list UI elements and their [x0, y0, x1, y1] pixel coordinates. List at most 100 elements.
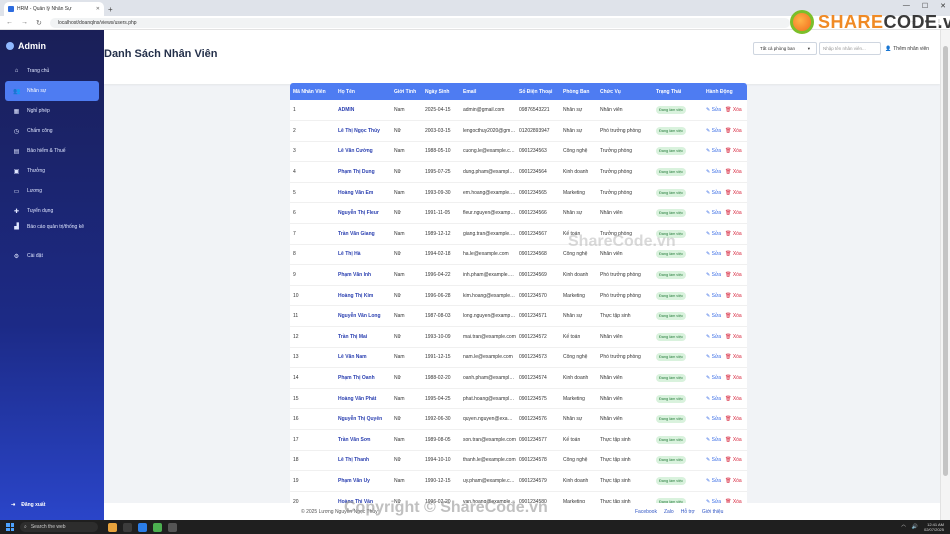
delete-button[interactable]: 🗑 Xóa — [725, 251, 742, 257]
edit-button[interactable]: ✎ Sửa — [706, 375, 721, 381]
department-filter-select[interactable]: Tất cả phòng ban ▾ — [753, 42, 817, 55]
delete-button[interactable]: 🗑 Xóa — [725, 128, 742, 134]
app-icon[interactable] — [168, 522, 177, 532]
delete-button[interactable]: 🗑 Xóa — [725, 231, 742, 237]
back-icon[interactable]: ← — [6, 19, 13, 26]
close-tab-icon[interactable]: ✕ — [96, 6, 100, 12]
delete-button[interactable]: 🗑 Xóa — [725, 354, 742, 360]
forward-icon[interactable]: → — [21, 19, 28, 26]
edit-button[interactable]: ✎ Sửa — [706, 478, 721, 484]
sidebar-item-leave[interactable]: ▦ Nghỉ phép — [0, 101, 104, 121]
sidebar-item-bonus[interactable]: ▣ Thưởng — [0, 161, 104, 181]
table-row[interactable]: 4 Phạm Thị Dung Nữ 1995-07-25 dung.pham@exam… — [290, 161, 747, 183]
edit-button[interactable]: ✎ Sửa — [706, 293, 721, 299]
edit-button[interactable]: ✎ Sửa — [706, 272, 721, 278]
table-row[interactable]: 8 Lê Thị Hà Nữ 1994-02-18 ha.le@example.com 0… — [290, 244, 747, 266]
taskbar-search[interactable]: ⌕ Search the web — [20, 522, 98, 532]
browser-tab[interactable]: HRM - Quản lý Nhân Sự ✕ — [4, 2, 104, 16]
edit-button[interactable]: ✎ Sửa — [706, 313, 721, 319]
sidebar-item-home[interactable]: ⌂ Trang chủ — [0, 61, 104, 81]
delete-button[interactable]: 🗑 Xóa — [725, 457, 742, 463]
edit-button[interactable]: ✎ Sửa — [706, 457, 721, 463]
support-link[interactable]: Hỗ trợ — [681, 509, 695, 515]
sidebar-item-staff[interactable]: 👥 Nhân sự — [5, 81, 99, 101]
sidebar-item-insurance[interactable]: ▤ Bảo hiểm & Thuế — [0, 141, 104, 161]
close-window-icon[interactable]: ✕ — [940, 2, 946, 10]
delete-button[interactable]: 🗑 Xóa — [725, 334, 742, 340]
edit-button[interactable]: ✎ Sửa — [706, 148, 721, 154]
table-row[interactable]: 7 Trần Văn Giang Nam 1989-12-12 giang.tran@e… — [290, 223, 747, 245]
table-row[interactable]: 11 Nguyễn Văn Long Nam 1987-08-03 long.nguye… — [290, 305, 747, 328]
edit-button[interactable]: ✎ Sửa — [706, 437, 721, 443]
table-row[interactable]: 3 Lê Văn Cường Nam 1988-05-10 cuong.le@examp… — [290, 141, 747, 163]
delete-button[interactable]: 🗑 Xóa — [725, 416, 742, 422]
facebook-link[interactable]: Facebook — [635, 509, 657, 515]
delete-button[interactable]: 🗑 Xóa — [725, 272, 742, 278]
edit-button[interactable]: ✎ Sửa — [706, 231, 721, 237]
table-row[interactable]: 14 Phạm Thị Oanh Nữ 1988-02-20 oanh.pham@exa… — [290, 367, 747, 389]
sidebar-item-recruitment[interactable]: ✚ Tuyển dụng — [0, 201, 104, 221]
delete-button[interactable]: 🗑 Xóa — [725, 190, 742, 196]
table-row[interactable]: 19 Phạm Văn Uy Nam 1990-12-15 uy.pham@exampl… — [290, 470, 747, 492]
table-row[interactable]: 15 Hoàng Văn Phát Nam 1995-04-25 phat.hoang@… — [290, 388, 747, 410]
delete-button[interactable]: 🗑 Xóa — [725, 375, 742, 381]
delete-button[interactable]: 🗑 Xóa — [725, 293, 742, 299]
delete-button[interactable]: 🗑 Xóa — [725, 210, 742, 216]
delete-button[interactable]: 🗑 Xóa — [725, 478, 742, 484]
delete-button[interactable]: 🗑 Xóa — [725, 107, 742, 113]
delete-button[interactable]: 🗑 Xóa — [725, 313, 742, 319]
table-row[interactable]: 10 Hoàng Thị Kim Nữ 1996-06-28 kim.hoang@exa… — [290, 285, 747, 307]
table-row[interactable]: 12 Trần Thị Mai Nữ 1993-10-09 mai.tran@examp… — [290, 326, 747, 348]
table-row[interactable]: 13 Lê Văn Nam Nam 1991-12-15 nam.le@example.… — [290, 347, 747, 369]
sidebar-item-settings[interactable]: ⚙ Cài đặt — [0, 246, 104, 266]
table-row[interactable]: 1 ADMIN Nam 2025-04-15 admin@gmail.com 098765… — [290, 100, 747, 122]
file-explorer-icon[interactable] — [108, 522, 117, 532]
table-row[interactable]: 18 Lê Thị Thanh Nữ 1994-10-10 thanh.le@examp… — [290, 450, 747, 472]
cell-email: uy.pham@example.com — [460, 470, 516, 492]
terminal-icon[interactable] — [123, 522, 132, 532]
minimize-icon[interactable]: — — [903, 2, 910, 10]
edit-button[interactable]: ✎ Sửa — [706, 190, 721, 196]
sidebar-item-reports[interactable]: ▟ Báo cáo quản trị/thống kê — [0, 221, 104, 246]
add-employee-button[interactable]: 👤 Thêm nhân viên — [885, 42, 935, 55]
table-row[interactable]: 17 Trần Văn Sơn Nam 1989-08-05 son.tran@exam… — [290, 429, 747, 451]
about-link[interactable]: Giới thiệu — [702, 509, 724, 515]
delete-button[interactable]: 🗑 Xóa — [725, 437, 742, 443]
delete-button[interactable]: 🗑 Xóa — [725, 169, 742, 175]
table-row[interactable]: 9 Phạm Văn Inh Nam 1996-04-22 inh.pham@examp… — [290, 264, 747, 286]
table-row[interactable]: 16 Nguyễn Thị Quyên Nữ 1992-06-30 quyen.nguy… — [290, 408, 747, 430]
new-tab-icon[interactable]: + — [108, 5, 113, 14]
table-row[interactable]: 2 Lê Thị Ngọc Thủy Nữ 2003-03-15 lengocthuy2… — [290, 120, 747, 142]
sidebar-item-salary[interactable]: ▭ Lương — [0, 181, 104, 201]
table-row[interactable]: 6 Nguyễn Thị Fleur Nữ 1991-11-05 fleur.nguye… — [290, 202, 747, 225]
edit-button[interactable]: ✎ Sửa — [706, 396, 721, 402]
delete-button[interactable]: 🗑 Xóa — [725, 148, 742, 154]
sidebar-item-attendance[interactable]: ◷ Chấm công — [0, 121, 104, 141]
windows-start-icon[interactable] — [6, 523, 14, 531]
reload-icon[interactable]: ↻ — [36, 19, 42, 27]
edit-button[interactable]: ✎ Sửa — [706, 354, 721, 360]
page-scrollbar[interactable] — [940, 30, 950, 520]
edit-button[interactable]: ✎ Sửa — [706, 169, 721, 175]
logout-button[interactable]: ⇥ Đăng xuất — [0, 502, 56, 508]
employee-search-input[interactable] — [819, 42, 881, 55]
browser-app-icon[interactable] — [153, 522, 162, 532]
maximize-icon[interactable]: ☐ — [922, 2, 928, 10]
vscode-icon[interactable] — [138, 522, 147, 532]
edit-button[interactable]: ✎ Sửa — [706, 251, 721, 257]
edit-button[interactable]: ✎ Sửa — [706, 128, 721, 134]
scrollbar-thumb[interactable] — [943, 46, 948, 476]
volume-icon[interactable]: 🔊 — [912, 524, 918, 530]
delete-label: Xóa — [732, 169, 742, 176]
wifi-icon[interactable]: ◠ — [901, 524, 905, 530]
edit-button[interactable]: ✎ Sửa — [706, 334, 721, 340]
trash-icon: 🗑 — [725, 230, 732, 237]
edit-button[interactable]: ✎ Sửa — [706, 210, 721, 216]
edit-button[interactable]: ✎ Sửa — [706, 416, 721, 422]
url-field[interactable]: localhost/doanqlns/views/users.php — [49, 17, 790, 28]
table-row[interactable]: 5 Hoàng Văn Em Nam 1993-09-30 em.hoang@examp… — [290, 182, 747, 204]
taskbar-clock[interactable]: 12:41 AM 02/07/2025 — [924, 522, 944, 532]
delete-button[interactable]: 🗑 Xóa — [725, 396, 742, 402]
edit-button[interactable]: ✎ Sửa — [706, 107, 721, 113]
zalo-link[interactable]: Zalo — [664, 509, 674, 515]
